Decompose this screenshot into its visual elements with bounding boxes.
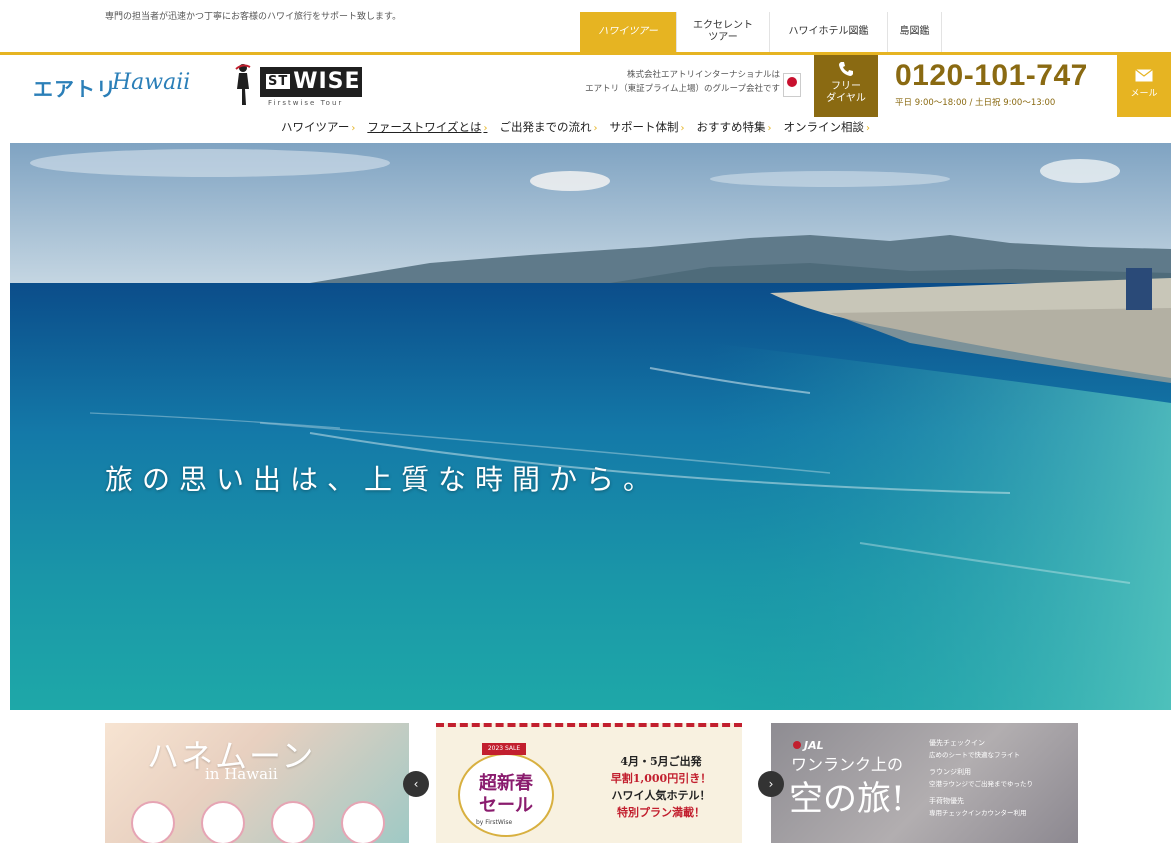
- banner-badge: [271, 801, 315, 843]
- chevron-right-icon: ›: [865, 123, 870, 134]
- carousel-next-button[interactable]: ›: [758, 771, 784, 797]
- banner-badge: [131, 801, 175, 843]
- page: 専門の担当者が迅速かつ丁寧にお客様のハワイ旅行をサポート致します。 ハワイツアー…: [0, 0, 1171, 843]
- wise-wordmark: ST WISE: [260, 67, 362, 97]
- mail-label: メール: [1130, 89, 1158, 99]
- site-header: エアトリ Hawaii ST WISE Firstwise Tour 株式会社エア…: [0, 55, 1171, 117]
- banner-headline: 空の旅!: [789, 779, 905, 819]
- sale-note: by FirstWise: [476, 819, 513, 826]
- chevron-right-icon: ›: [767, 123, 772, 134]
- logo-subtitle: Firstwise Tour: [268, 99, 344, 107]
- tab-island-guide[interactable]: 島図鑑: [888, 12, 942, 52]
- chevron-right-icon: ›: [680, 123, 685, 134]
- brand-logo-text[interactable]: エアトリ: [33, 73, 117, 102]
- new-year-sale-banner[interactable]: 2023 SALE 超新春 セール by FirstWise 4月・5月ご出発 …: [436, 723, 742, 843]
- hero-photo: [10, 143, 1171, 710]
- company-info: 株式会社エアトリインターナショナルは エアトリ（東証プライム上場）のグループ会社…: [585, 70, 780, 94]
- chevron-right-icon: ›: [351, 123, 356, 134]
- freedial-label: フリー ダイヤル: [826, 81, 866, 104]
- carousel-prev-button[interactable]: ‹: [403, 771, 429, 797]
- nav-hawaii-tour[interactable]: ハワイツアー ›: [281, 117, 355, 141]
- tagline: 専門の担当者が迅速かつ丁寧にお客様のハワイ旅行をサポート致します。: [105, 12, 402, 22]
- freedial-button[interactable]: フリー ダイヤル: [814, 55, 878, 117]
- jal-badge-icon: [783, 73, 801, 97]
- banner-badge: [341, 801, 385, 843]
- top-nav: ハワイツアー エクセレント ツアー ハワイホテル図鑑 島図鑑: [580, 12, 942, 52]
- nav-support[interactable]: サポート体制 ›: [609, 117, 684, 141]
- tab-hawaii-tour[interactable]: ハワイツアー: [580, 12, 677, 52]
- chevron-right-icon: ›: [593, 123, 598, 134]
- mail-button[interactable]: メール: [1117, 55, 1171, 117]
- tab-hotel-guide[interactable]: ハワイホテル図鑑: [770, 12, 888, 52]
- nav-online-consult[interactable]: オンライン相談 ›: [783, 117, 870, 141]
- promo-carousel: ハネムーン in Hawaii 2023 SALE 超新春 セール by Fir…: [0, 710, 1171, 843]
- banner-badge: [201, 801, 245, 843]
- brand-logo-script[interactable]: Hawaii: [112, 70, 190, 95]
- jal-flight-banner[interactable]: JAL ワンランク上の 空の旅! 優先チェックイン 広めのシートで快適なフライト …: [771, 723, 1078, 843]
- hero-headline: 旅の思い出は、上質な時間から。: [105, 463, 661, 496]
- main-nav: ハワイツアー › ファーストワイズとは › ご出発までの流れ › サポート体制 › おす…: [0, 117, 1171, 141]
- nav-about-firstwise[interactable]: ファーストワイズとは ›: [367, 117, 487, 141]
- nav-features[interactable]: おすすめ特集 ›: [696, 117, 771, 141]
- banner-subtitle: in Hawaii: [205, 765, 278, 783]
- sale-details: 4月・5月ご出発 早割1,000円引き！ ハワイ人気ホテル！ 特別プラン満載！: [610, 755, 712, 819]
- phone-icon: [839, 62, 853, 76]
- dancer-icon: [235, 64, 251, 105]
- chevron-right-icon: ›: [483, 123, 488, 134]
- phone-number[interactable]: 0120-101-747: [895, 59, 1088, 93]
- mail-icon: [1135, 69, 1153, 82]
- business-hours: 平日 9:00〜18:00 / 土日祝 9:00〜13:00: [895, 98, 1056, 108]
- benefit-list: 優先チェックイン 広めのシートで快適なフライト ラウンジ利用 空港ラウンジでご出発ま…: [929, 739, 1033, 817]
- sale-title: 超新春 セール: [479, 773, 533, 816]
- top-bar: 専門の担当者が迅速かつ丁寧にお客様のハワイ旅行をサポート致します。 ハワイツアー…: [0, 0, 1171, 52]
- firstwise-logo[interactable]: ST WISE Firstwise Tour: [228, 61, 364, 109]
- hero-banner: 旅の思い出は、上質な時間から。: [10, 143, 1171, 710]
- tab-excellent-tour[interactable]: エクセレント ツアー: [677, 12, 770, 52]
- nav-flow[interactable]: ご出発までの流れ ›: [499, 117, 597, 141]
- honeymoon-banner[interactable]: ハネムーン in Hawaii: [105, 723, 409, 843]
- sale-tag: 2023 SALE: [482, 743, 526, 755]
